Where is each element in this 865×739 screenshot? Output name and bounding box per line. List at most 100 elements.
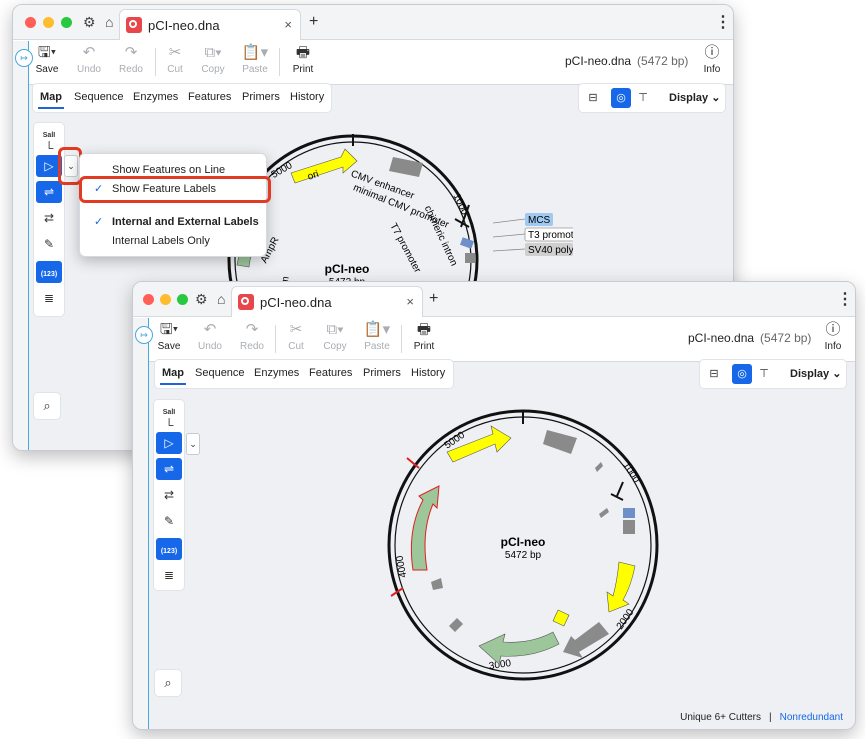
tab-map[interactable]: Map — [38, 91, 64, 109]
cut-button[interactable]: ✂ Cut — [155, 44, 195, 75]
feature-gray-right — [623, 520, 635, 534]
minimize-window-button[interactable] — [160, 294, 171, 305]
close-window-button[interactable] — [25, 17, 36, 28]
translation-icon[interactable]: ≣ — [156, 564, 182, 586]
menu-item-internal-external[interactable]: ✓ Internal and External Labels — [80, 212, 266, 232]
tab-features[interactable]: Features — [188, 91, 231, 103]
sequence-name: pCI-neo.dna (5472 bp) — [565, 54, 689, 68]
status-bar: Unique 6+ Cutters | Nonredundant — [680, 712, 843, 723]
feature-label-mcs: MCS — [528, 215, 551, 226]
home-icon[interactable]: ⌂ — [105, 14, 113, 30]
numbers-tool[interactable]: (123) — [156, 538, 182, 560]
tab-title: pCI-neo.dna — [260, 295, 332, 310]
save-button[interactable]: 🖫▾ Save — [27, 44, 67, 75]
display-menu[interactable]: Display ⌄ — [790, 367, 841, 380]
settings-gear-icon[interactable]: ⚙ — [195, 291, 208, 308]
close-tab-icon[interactable]: × — [406, 294, 414, 309]
settings-gear-icon[interactable]: ⚙ — [83, 14, 96, 31]
tab-map[interactable]: Map — [160, 367, 186, 385]
info-icon: ⓘ — [825, 321, 841, 338]
expand-panel-icon[interactable]: ↦ — [135, 326, 153, 344]
paste-button[interactable]: 📋▾ Paste — [357, 321, 397, 352]
more-menu-icon[interactable]: ⋮ — [715, 12, 731, 32]
tab-history[interactable]: History — [290, 91, 324, 103]
sequence-view-icon[interactable]: ⊤ — [754, 364, 774, 384]
cutters-label[interactable]: Unique 6+ Cutters — [680, 712, 761, 723]
orfs-tool[interactable]: ⇄ — [36, 207, 62, 229]
feature-label-t3: T3 promoter — [528, 230, 573, 241]
copy-button[interactable]: ⧉▾ Copy — [315, 321, 355, 352]
feature-green-neo[interactable] — [478, 631, 560, 665]
cut-button[interactable]: ✂ Cut — [276, 321, 316, 352]
linear-map-icon[interactable]: ⊟ — [583, 88, 603, 108]
paint-brush-icon[interactable]: ✎ — [36, 233, 62, 255]
tab-enzymes[interactable]: Enzymes — [254, 367, 299, 379]
orfs-tool[interactable]: ⇄ — [156, 484, 182, 506]
tab-enzymes[interactable]: Enzymes — [133, 91, 178, 103]
feature-gray-ampr-end — [431, 578, 443, 590]
copy-button[interactable]: ⧉▾ Copy — [193, 44, 233, 75]
tab-history[interactable]: History — [411, 367, 445, 379]
print-button[interactable]: 🖶 Print — [404, 321, 444, 352]
undo-button[interactable]: ↶ Undo — [69, 44, 109, 75]
translation-icon[interactable]: ≣ — [36, 287, 62, 309]
linear-map-icon[interactable]: ⊟ — [704, 364, 724, 384]
primers-tool[interactable]: ⇌ — [156, 458, 182, 480]
features-tool[interactable]: ▷ — [156, 432, 182, 454]
primers-tool[interactable]: ⇌ — [36, 181, 62, 203]
more-menu-icon[interactable]: ⋮ — [837, 289, 853, 309]
undo-button[interactable]: ↶ Undo — [190, 321, 230, 352]
paint-brush-icon[interactable]: ✎ — [156, 510, 182, 532]
features-dropdown-menu: Show Features on Line ✓ Show Feature Labe… — [79, 153, 267, 257]
tab-sequence[interactable]: Sequence — [195, 367, 245, 379]
search-button[interactable]: ⌕ — [34, 393, 60, 419]
new-tab-button[interactable]: + — [429, 290, 438, 308]
document-tab[interactable]: pCI-neo.dna × — [231, 286, 423, 317]
enzyme-tool[interactable]: SalI └ — [36, 127, 62, 154]
tick-label: 1000 — [451, 192, 471, 217]
main-toolbar: 🖫▾ Save ↶ Undo ↷ Redo ✂ Cut ⧉▾ Copy 📋▾ Paste 🖶… — [133, 317, 855, 362]
tab-sequence[interactable]: Sequence — [74, 91, 124, 103]
zoom-window-button[interactable] — [177, 294, 188, 305]
feature-label-t7: T7 promoter — [387, 221, 423, 275]
zoom-window-button[interactable] — [61, 17, 72, 28]
features-options-chevron[interactable]: ⌄ — [186, 433, 200, 455]
title-bar: ⚙ ⌂ pCI-neo.dna × + ⋮ — [13, 5, 733, 40]
display-menu[interactable]: Display ⌄ — [669, 91, 720, 104]
menu-item-internal-only[interactable]: Internal Labels Only — [80, 231, 266, 251]
feature-ampr[interactable] — [410, 485, 440, 571]
sequence-view-icon[interactable]: ⊤ — [633, 88, 653, 108]
info-button[interactable]: ⓘ Info — [692, 44, 732, 75]
paste-icon: 📋▾ — [241, 44, 269, 61]
enzyme-tool[interactable]: SalI └ — [156, 404, 182, 431]
expand-panel-icon[interactable]: ↦ — [15, 49, 33, 67]
tab-primers[interactable]: Primers — [242, 91, 280, 103]
nonredundant-link[interactable]: Nonredundant — [780, 712, 843, 723]
close-window-button[interactable] — [143, 294, 154, 305]
view-tabs: Map Sequence Enzymes Features Primers Hi… — [155, 360, 453, 388]
save-button[interactable]: 🖫▾ Save — [149, 321, 189, 352]
paste-button[interactable]: 📋▾ Paste — [235, 44, 275, 75]
numbers-tool[interactable]: (123) — [36, 261, 62, 283]
circular-map-icon[interactable]: ◎ — [732, 364, 752, 384]
feature-yellow-right[interactable] — [606, 561, 636, 613]
scissors-icon: ✂ — [168, 44, 182, 61]
tab-features[interactable]: Features — [309, 367, 352, 379]
check-icon: ✓ — [94, 216, 104, 228]
circular-map-icon[interactable]: ◎ — [611, 88, 631, 108]
redo-button[interactable]: ↷ Redo — [232, 321, 272, 352]
close-tab-icon[interactable]: × — [284, 17, 292, 32]
tab-primers[interactable]: Primers — [363, 367, 401, 379]
menu-highlight — [79, 176, 271, 203]
minimize-window-button[interactable] — [43, 17, 54, 28]
print-button[interactable]: 🖶 Print — [283, 44, 323, 75]
home-icon[interactable]: ⌂ — [217, 291, 225, 307]
tab-title: pCI-neo.dna — [148, 18, 220, 33]
redo-button[interactable]: ↷ Redo — [111, 44, 151, 75]
new-tab-button[interactable]: + — [309, 13, 318, 31]
info-button[interactable]: ⓘ Info — [813, 321, 853, 352]
feature-blue — [623, 508, 635, 518]
search-button[interactable]: ⌕ — [155, 670, 181, 696]
map-name: pCI-neo — [501, 535, 546, 549]
document-tab[interactable]: pCI-neo.dna × — [119, 9, 301, 40]
